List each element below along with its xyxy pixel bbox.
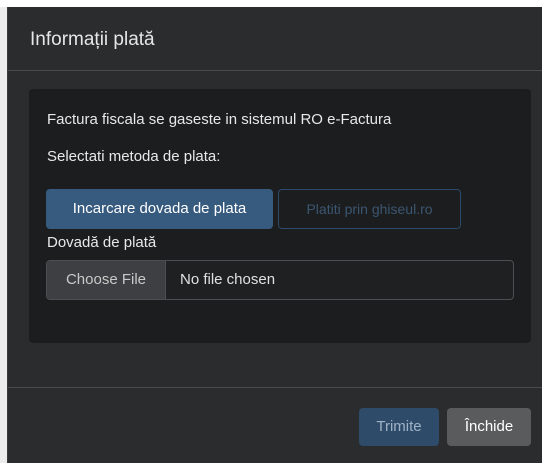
modal-footer: Trimite Închide — [8, 387, 542, 463]
upload-proof-button[interactable]: Incarcare dovada de plata — [46, 189, 273, 229]
backdrop-top — [0, 0, 542, 7]
modal-body: Factura fiscala se gaseste in sistemul R… — [8, 71, 542, 387]
payment-proof-file-input[interactable]: Choose File No file chosen — [46, 260, 514, 300]
backdrop-left — [0, 7, 7, 463]
payment-method-prompt: Selectati metoda de plata: — [47, 148, 221, 165]
choose-file-button[interactable]: Choose File — [47, 261, 166, 299]
pay-ghiseul-button[interactable]: Platiti prin ghiseul.ro — [278, 189, 461, 229]
modal-title: Informații plată — [30, 29, 155, 50]
page: Informații plată Factura fiscala se gase… — [0, 0, 542, 463]
file-input-label: Dovadă de plată — [47, 234, 157, 251]
payment-card: Factura fiscala se gaseste in sistemul R… — [29, 89, 531, 343]
modal-header: Informații plată — [8, 7, 542, 71]
close-button[interactable]: Închide — [447, 408, 531, 446]
file-status-text: No file chosen — [180, 271, 276, 288]
efactura-info-text: Factura fiscala se gaseste in sistemul R… — [47, 111, 392, 128]
payment-info-modal: Informații plată Factura fiscala se gase… — [7, 7, 542, 463]
submit-button[interactable]: Trimite — [359, 408, 439, 446]
